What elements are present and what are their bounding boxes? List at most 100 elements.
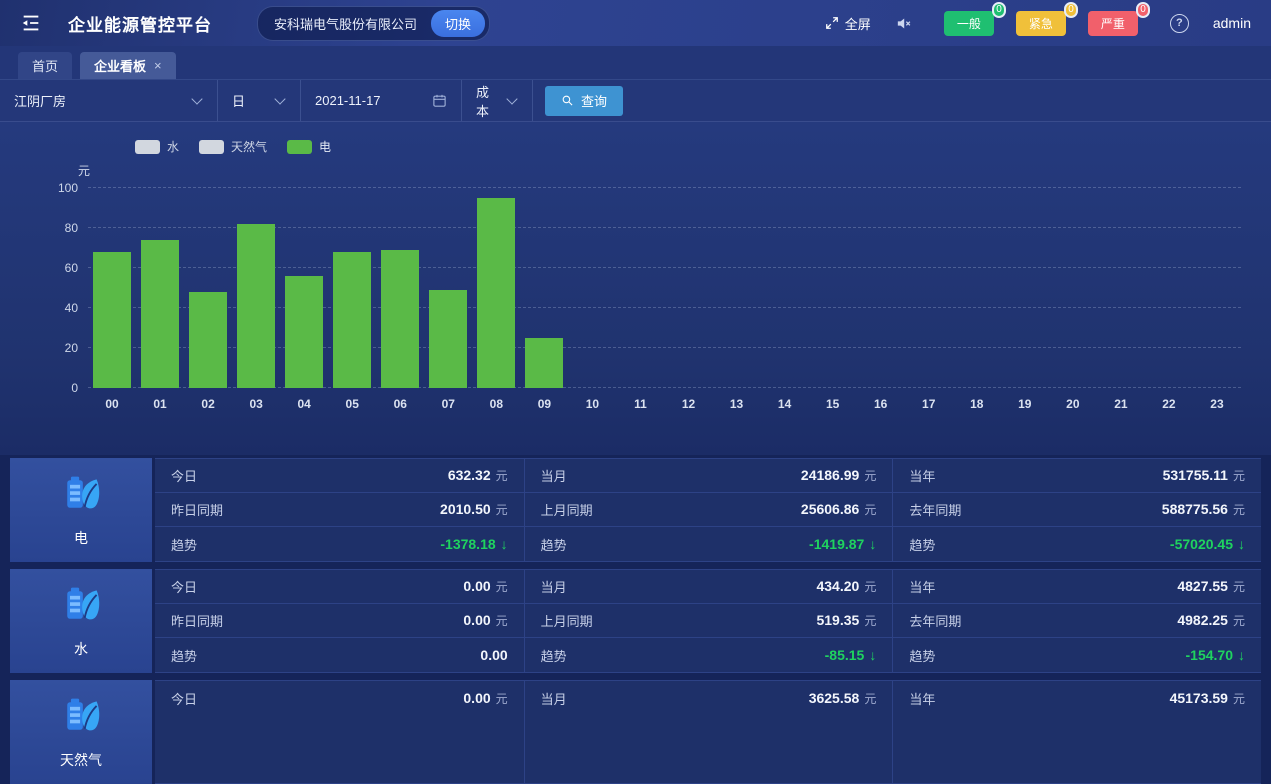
x-axis-label: 01 bbox=[153, 397, 166, 411]
alarm-badge[interactable]: 紧急 0 bbox=[1016, 11, 1066, 36]
metric-value-group: 24186.99元 bbox=[801, 467, 876, 484]
metric-label: 当年 bbox=[909, 466, 935, 485]
resource-card-电[interactable]: 电 bbox=[10, 458, 152, 562]
metric-趋势: 趋势-1378.18↓ bbox=[155, 527, 524, 561]
metric-趋势: 趋势-154.70↓ bbox=[893, 638, 1261, 672]
metric-value-group: 632.32元 bbox=[448, 467, 508, 484]
x-axis-label: 08 bbox=[490, 397, 503, 411]
metric-value-group: 3625.58元 bbox=[809, 690, 877, 707]
metric-value-group: 0.00 bbox=[480, 647, 507, 663]
legend-label: 天然气 bbox=[231, 138, 267, 155]
alarm-badge[interactable]: 严重 0 bbox=[1088, 11, 1138, 36]
currency-unit: 元 bbox=[496, 578, 508, 595]
close-icon[interactable]: × bbox=[154, 58, 162, 73]
currency-unit: 元 bbox=[496, 612, 508, 629]
metric-column: 当年4827.55元去年同期4982.25元趋势-154.70↓ bbox=[892, 570, 1261, 672]
alarm-badge[interactable]: 一般 0 bbox=[944, 11, 994, 36]
metric-label: 趋势 bbox=[909, 535, 935, 554]
metric-label: 当月 bbox=[541, 577, 567, 596]
metric-value: 45173.59 bbox=[1170, 690, 1228, 706]
legend-swatch bbox=[287, 140, 312, 154]
metric-value-group: 2010.50元 bbox=[440, 501, 508, 518]
metric-去年同期: 去年同期 4982.25元 bbox=[893, 604, 1261, 638]
speaker-mute-icon bbox=[895, 15, 912, 32]
water-battery-leaf-icon bbox=[59, 583, 103, 632]
bar-hour-06[interactable] bbox=[381, 250, 419, 388]
bar-hour-00[interactable] bbox=[93, 252, 131, 388]
currency-unit: 元 bbox=[864, 501, 876, 518]
site-select[interactable]: 江阴厂房 bbox=[0, 80, 218, 121]
metric-当月: 当月434.20元 bbox=[525, 570, 893, 604]
bar-hour-04[interactable] bbox=[285, 276, 323, 388]
metric-label: 趋势 bbox=[541, 646, 567, 665]
metric-label: 趋势 bbox=[909, 646, 935, 665]
x-axis-label: 18 bbox=[970, 397, 983, 411]
metric-label: 趋势 bbox=[171, 646, 197, 665]
help-icon[interactable]: ? bbox=[1170, 14, 1189, 33]
metric-label: 趋势 bbox=[541, 535, 567, 554]
bar-hour-01[interactable] bbox=[141, 240, 179, 388]
trend-down-arrow-icon: ↓ bbox=[501, 536, 508, 552]
legend-item-天然气[interactable]: 天然气 bbox=[199, 138, 267, 155]
page-title: 企业能源管控平台 bbox=[68, 11, 212, 36]
bar-hour-08[interactable] bbox=[477, 198, 515, 388]
currency-unit: 元 bbox=[1233, 467, 1245, 484]
currency-unit: 元 bbox=[1233, 578, 1245, 595]
tab-home[interactable]: 首页 bbox=[18, 52, 72, 79]
x-axis-label: 11 bbox=[634, 397, 647, 411]
metric-value: 588775.56 bbox=[1162, 501, 1228, 517]
tab-enterprise-board[interactable]: 企业看板 × bbox=[80, 52, 176, 79]
metric-value-group: 588775.56 元 bbox=[1162, 501, 1245, 518]
legend-item-电[interactable]: 电 bbox=[287, 138, 331, 155]
date-input[interactable]: 2021-11-17 bbox=[301, 80, 462, 121]
resource-card-水[interactable]: 水 bbox=[10, 569, 152, 673]
metric-今日: 今日632.32元 bbox=[155, 459, 524, 493]
collapse-menu-icon[interactable] bbox=[20, 12, 42, 34]
username[interactable]: admin bbox=[1213, 15, 1251, 31]
bar-hour-02[interactable] bbox=[189, 292, 227, 388]
currency-unit: 元 bbox=[864, 690, 876, 707]
y-axis-tick: 80 bbox=[65, 221, 78, 235]
currency-unit: 元 bbox=[864, 578, 876, 595]
metric-昨日同期: 昨日同期0.00元 bbox=[155, 604, 524, 638]
chevron-down-icon bbox=[506, 93, 517, 104]
period-select[interactable]: 日 bbox=[218, 80, 301, 121]
alarm-urgent-count: 0 bbox=[1064, 2, 1078, 18]
metric-value-group: -1419.87↓ bbox=[809, 536, 876, 552]
period-select-value: 日 bbox=[232, 91, 245, 110]
legend-item-水[interactable]: 水 bbox=[135, 138, 179, 155]
x-axis-label: 22 bbox=[1162, 397, 1175, 411]
y-axis-tick: 40 bbox=[65, 301, 78, 315]
resource-card-天然气[interactable]: 天然气 bbox=[10, 680, 152, 784]
bar-hour-09[interactable] bbox=[525, 338, 563, 388]
metric-value-group: -1378.18↓ bbox=[440, 536, 507, 552]
metric-label: 去年同期 bbox=[909, 611, 961, 630]
calendar-icon bbox=[432, 93, 447, 108]
x-axis-label: 04 bbox=[298, 397, 311, 411]
metric-value-group: 4982.25元 bbox=[1177, 612, 1245, 629]
y-axis-tick: 0 bbox=[71, 381, 78, 395]
metric-value: 0.00 bbox=[480, 647, 507, 663]
switch-company-button[interactable]: 切换 bbox=[431, 10, 485, 37]
alarm-urgent-label: 紧急 bbox=[1029, 17, 1053, 31]
currency-unit: 元 bbox=[1233, 501, 1245, 518]
metric-select[interactable]: 成本 bbox=[462, 80, 533, 121]
x-axis-label: 19 bbox=[1018, 397, 1031, 411]
legend-label: 水 bbox=[167, 138, 179, 155]
fullscreen-icon bbox=[825, 16, 839, 30]
query-button[interactable]: 查询 bbox=[545, 86, 623, 116]
metric-去年同期: 去年同期588775.56元 bbox=[893, 493, 1261, 527]
metric-value: -85.15 bbox=[825, 647, 865, 663]
metric-value-group: 25606.86元 bbox=[801, 501, 876, 518]
metric-label: 今日 bbox=[171, 689, 197, 708]
metric-label: 当年 bbox=[909, 577, 935, 596]
bar-hour-07[interactable] bbox=[429, 290, 467, 388]
app-header: 企业能源管控平台 安科瑞电气股份有限公司 切换 全屏 一般 0 紧急 0 严重 … bbox=[0, 0, 1271, 46]
metric-column: 今日632.32元昨日同期2010.50元趋势-1378.18↓ bbox=[155, 459, 524, 561]
fullscreen-button[interactable]: 全屏 bbox=[825, 14, 871, 33]
alarm-badges: 一般 0 紧急 0 严重 0 bbox=[944, 11, 1138, 36]
bar-hour-03[interactable] bbox=[237, 224, 275, 388]
mute-button[interactable] bbox=[895, 15, 912, 32]
resource-name: 天然气 bbox=[60, 750, 102, 770]
bar-hour-05[interactable] bbox=[333, 252, 371, 388]
